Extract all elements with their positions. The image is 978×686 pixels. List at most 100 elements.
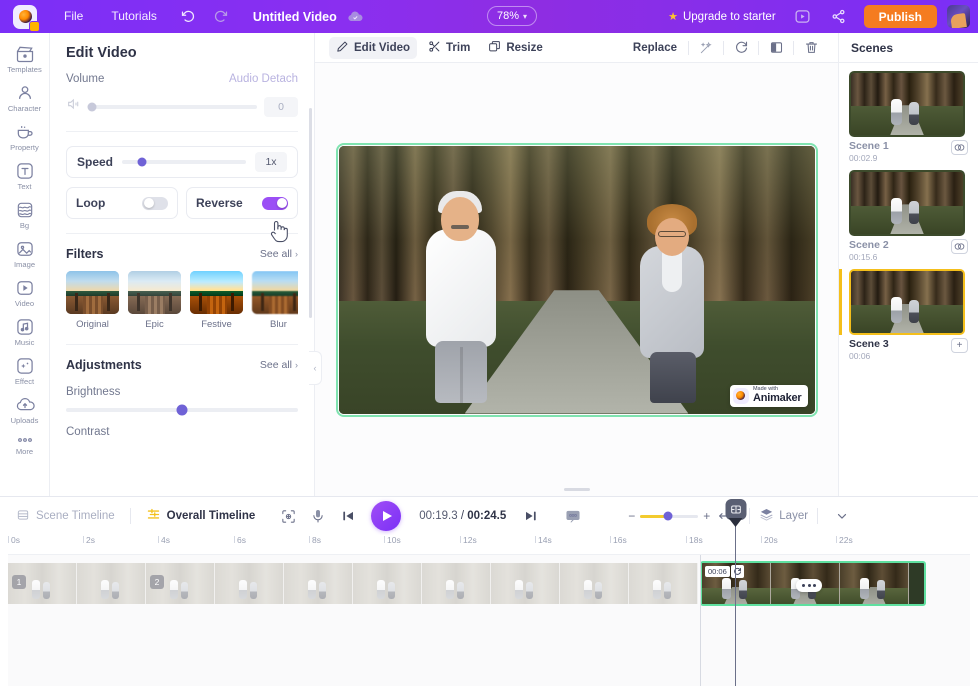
filter-epic[interactable]: Epic xyxy=(128,271,181,330)
clip-frame[interactable] xyxy=(284,563,353,604)
chevron-down-icon[interactable] xyxy=(827,501,857,531)
sidebar-item-image[interactable]: Image xyxy=(0,234,49,273)
clip-frame[interactable] xyxy=(422,563,491,604)
skip-previous-icon[interactable] xyxy=(333,501,363,531)
speed-slider[interactable] xyxy=(122,157,246,167)
menu-tutorials[interactable]: Tutorials xyxy=(97,0,171,33)
undo-icon[interactable] xyxy=(171,0,205,33)
scene-thumbnail[interactable] xyxy=(849,269,965,336)
publish-button[interactable]: Publish xyxy=(863,5,937,28)
clip-frame[interactable]: 1 xyxy=(8,563,77,604)
timeline-zoom-knob[interactable] xyxy=(663,511,673,521)
selected-clip[interactable]: 00:06 xyxy=(700,561,926,606)
loop-icon[interactable] xyxy=(731,565,744,578)
preview-play-icon[interactable] xyxy=(786,0,820,33)
scene-item-1[interactable]: Scene 1 00:02.9 xyxy=(849,71,968,163)
document-title[interactable]: Untitled Video xyxy=(253,10,337,24)
clip-frame[interactable] xyxy=(629,563,698,604)
rotate-icon[interactable] xyxy=(728,37,754,59)
sidebar-item-effect[interactable]: Effect xyxy=(0,351,49,390)
panel-scrollbar[interactable] xyxy=(309,108,312,318)
volume-slider-knob[interactable] xyxy=(87,102,97,111)
tab-scene-timeline[interactable]: Scene Timeline xyxy=(10,508,121,525)
clip-frame[interactable]: 2 xyxy=(146,563,215,604)
playhead-split-icon[interactable] xyxy=(725,499,746,520)
layer-button[interactable]: Layer xyxy=(759,507,808,525)
speed-slider-knob[interactable] xyxy=(137,157,147,167)
zoom-out-button[interactable]: − xyxy=(628,509,635,523)
timeline-ruler[interactable]: 0s 2s 4s 6s 8s 10s 12s 14s 16s 18s 20s 2… xyxy=(8,535,970,555)
skip-next-icon[interactable] xyxy=(516,501,546,531)
panel-collapse-button[interactable]: ‹ xyxy=(309,351,322,385)
tool-edit-video-label: Edit Video xyxy=(354,41,411,54)
selected-clip-frame[interactable] xyxy=(840,563,909,604)
sidebar-item-uploads[interactable]: Uploads xyxy=(0,390,49,429)
volume-slider[interactable] xyxy=(87,102,257,111)
redo-icon[interactable] xyxy=(205,0,239,33)
volume-value[interactable]: 0 xyxy=(264,96,298,117)
clip-frame[interactable] xyxy=(560,563,629,604)
logo-wrap[interactable] xyxy=(0,4,50,32)
video-preview[interactable]: Made with Animaker xyxy=(335,142,818,417)
filter-blur[interactable]: Blur xyxy=(252,271,298,330)
speed-value[interactable]: 1x xyxy=(255,152,287,172)
clip-strip-unselected[interactable]: 1 2 xyxy=(8,563,698,604)
scene-item-3[interactable]: Scene 3 00:06 + xyxy=(839,269,968,361)
clip-frame[interactable] xyxy=(353,563,422,604)
filter-original[interactable]: Original xyxy=(66,271,119,330)
sidebar-item-text[interactable]: Text xyxy=(0,156,49,195)
flip-icon[interactable] xyxy=(763,37,789,59)
sidebar-item-property[interactable]: Property xyxy=(0,117,49,156)
scene-thumbnail[interactable] xyxy=(849,170,965,237)
playhead[interactable] xyxy=(725,499,746,686)
play-button[interactable] xyxy=(371,501,402,531)
animaker-logo[interactable] xyxy=(13,4,40,32)
clip-frame[interactable] xyxy=(77,563,146,604)
speaker-muted-icon[interactable] xyxy=(66,96,82,117)
transition-icon[interactable] xyxy=(951,239,968,255)
loop-toggle[interactable] xyxy=(142,196,168,210)
sidebar-item-more[interactable]: More xyxy=(0,429,49,460)
sidebar-item-video[interactable]: Video xyxy=(0,273,49,312)
brightness-slider[interactable] xyxy=(66,404,298,416)
replace-button[interactable]: Replace xyxy=(626,39,684,57)
transition-icon[interactable] xyxy=(951,140,968,155)
zoom-in-button[interactable]: + xyxy=(703,509,710,523)
more-options-icon[interactable] xyxy=(796,579,822,592)
tool-resize[interactable]: Resize xyxy=(481,37,549,59)
brightness-slider-knob[interactable] xyxy=(176,404,188,416)
tool-resize-label: Resize xyxy=(506,41,543,54)
tool-edit-video[interactable]: Edit Video xyxy=(329,36,418,59)
sidebar-item-bg[interactable]: Bg xyxy=(0,195,49,234)
add-scene-icon[interactable]: + xyxy=(951,338,968,354)
menu-file[interactable]: File xyxy=(50,0,97,33)
reverse-toggle[interactable] xyxy=(262,196,288,210)
sidebar-item-character[interactable]: Character xyxy=(0,78,49,117)
scene-thumbnail[interactable] xyxy=(849,71,965,137)
magic-wand-icon[interactable] xyxy=(693,37,719,59)
sidebar-item-label: Music xyxy=(14,338,35,347)
audio-detach-button[interactable]: Audio Detach xyxy=(229,73,298,85)
zoom-level-selector[interactable]: 78% ▾ xyxy=(487,6,538,26)
timeline-zoom-slider[interactable] xyxy=(640,511,699,521)
focus-icon[interactable] xyxy=(273,501,303,531)
sidebar-item-music[interactable]: Music xyxy=(0,312,49,351)
clip-frame[interactable] xyxy=(491,563,560,604)
microphone-icon[interactable] xyxy=(303,501,333,531)
tool-trim[interactable]: Trim xyxy=(421,37,477,59)
caption-icon[interactable] xyxy=(558,501,588,531)
stage-resize-handle[interactable] xyxy=(563,488,590,491)
upgrade-button[interactable]: ★ Upgrade to starter xyxy=(668,10,776,24)
clip-frame[interactable] xyxy=(215,563,284,604)
filter-festive[interactable]: Festive xyxy=(190,271,243,330)
filters-see-all-button[interactable]: See all › xyxy=(260,248,298,260)
overall-timeline-icon xyxy=(146,507,161,525)
timeline-tracks[interactable]: 1 2 00:06 xyxy=(8,499,970,686)
tab-overall-timeline[interactable]: Overall Timeline xyxy=(140,507,262,525)
scene-item-2[interactable]: Scene 2 00:15.6 xyxy=(849,170,968,262)
adjustments-see-all-button[interactable]: See all › xyxy=(260,359,298,371)
sidebar-item-templates[interactable]: Templates xyxy=(0,39,49,78)
trash-icon[interactable] xyxy=(798,37,824,59)
user-avatar[interactable] xyxy=(947,5,970,28)
share-icon[interactable] xyxy=(822,0,856,33)
